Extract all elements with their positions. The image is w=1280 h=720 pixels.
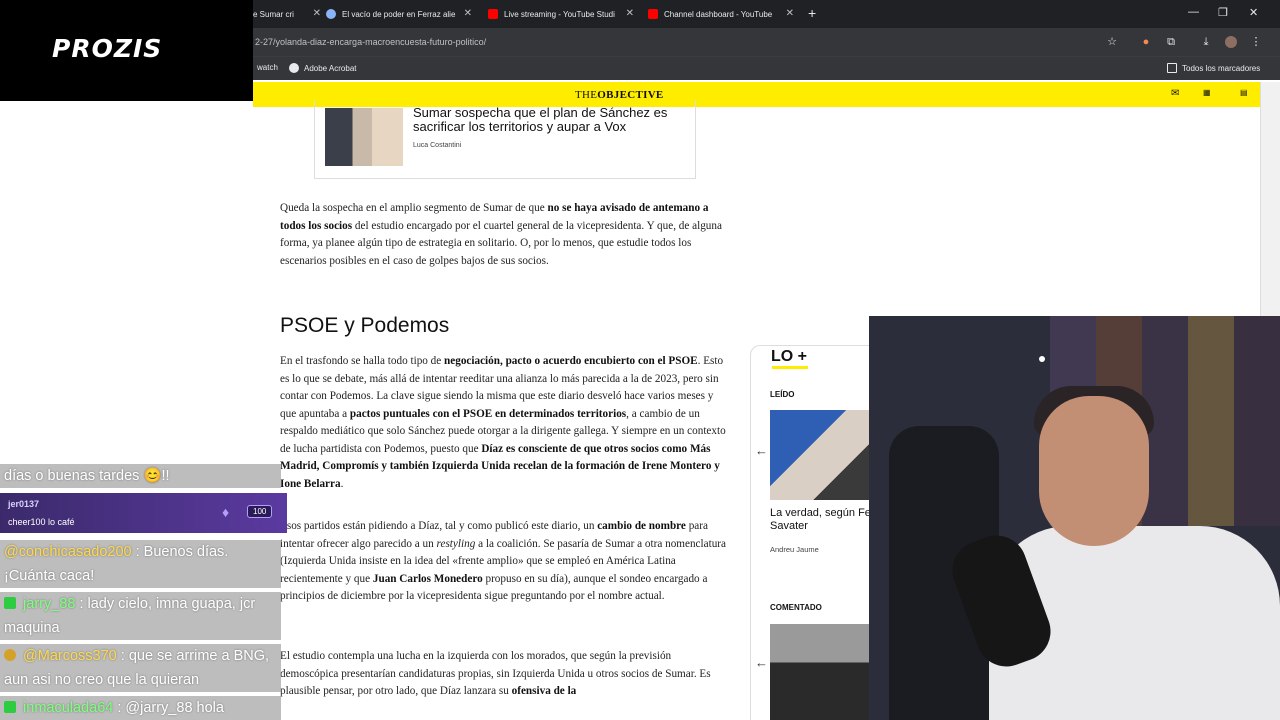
article-paragraph: Queda la sospecha en el amplio segmento …	[280, 200, 730, 270]
tab-title: Channel dashboard - YouTube	[664, 9, 773, 19]
url-field[interactable]: 2-27/yolanda-diaz-encarga-macroencuesta-…	[255, 37, 486, 47]
sub-badge-icon	[4, 649, 16, 661]
bold-text: cambio de nombre	[597, 520, 686, 532]
chat-text: : @jarry_88 hola	[117, 700, 224, 716]
chat-username: @Marcoss370	[23, 648, 117, 664]
most-commented-image[interactable]	[770, 624, 870, 720]
cheer-alert: jer0137 cheer100 lo café ♦ 100	[0, 493, 287, 533]
most-read-title-line1: La verdad, según Fe	[770, 507, 870, 519]
tobo-icon[interactable]: ▦	[1203, 88, 1211, 97]
section-heading: PSOE y Podemos	[280, 314, 450, 337]
related-article-author: Luca Costantini	[413, 142, 462, 149]
arrow-left-icon[interactable]: ←	[755, 443, 768, 458]
text-run: .	[340, 477, 344, 490]
chat-message: días o buenas tardes 😊!!	[0, 464, 281, 488]
chat-message: inmaculada64 : @jarry_88 hola	[0, 696, 281, 720]
chat-username: @conchicasado200	[4, 544, 132, 560]
maximize-button[interactable]: ❐	[1218, 6, 1228, 19]
browser-tab[interactable]: Channel dashboard - YouTube ✕	[648, 4, 794, 24]
related-article-image	[325, 108, 403, 166]
globe-icon	[326, 9, 336, 19]
italic-text: restyling	[436, 537, 476, 550]
chat-message: jarry_88 : lady cielo, imna guapa, jcr m…	[0, 592, 281, 640]
most-read-title[interactable]: La verdad, según Fe Savater	[770, 507, 870, 533]
close-icon[interactable]: ✕	[313, 8, 321, 19]
bookmark-label: Adobe Acrobat	[304, 63, 357, 73]
browser-tab[interactable]: Live streaming - YouTube Studi ✕	[488, 4, 634, 24]
text-run: Esos partidos están pidiendo a Díaz, tal…	[280, 520, 598, 532]
bookmark-item[interactable]: Adobe Acrobat	[289, 63, 356, 73]
article-paragraph: Esos partidos están pidiendo a Díaz, tal…	[280, 518, 730, 606]
most-read-title-line2: Savater	[770, 520, 808, 532]
chat-username: inmaculada64	[23, 700, 114, 716]
mail-icon[interactable]: ✉	[1171, 88, 1179, 99]
text-run: El estudio contempla una lucha en la izq…	[280, 650, 711, 697]
folder-icon	[1167, 63, 1177, 73]
webcam-feed	[869, 316, 1280, 720]
arrow-left-icon[interactable]: ←	[755, 655, 768, 670]
light-dot	[1039, 356, 1045, 362]
extension-icon[interactable]: ●	[1140, 36, 1152, 48]
bookmark-star-icon[interactable]: ☆	[1106, 36, 1118, 48]
browser-tab[interactable]: El vacío de poder en Ferraz alie ✕	[326, 4, 472, 24]
chat-message: @Marcoss370 : que se arrime a BNG, aun a…	[0, 644, 281, 692]
bookmark-item[interactable]: watch	[257, 63, 278, 72]
mod-badge-icon	[4, 701, 16, 713]
brand-overlay: PROZIS	[0, 0, 253, 101]
bold-text: negociación, pacto o acuerdo encubierto …	[444, 355, 698, 367]
bold-text: pactos puntuales con el PSOE en determin…	[349, 407, 627, 420]
close-icon[interactable]: ✕	[626, 8, 634, 19]
cheer-amount: 100	[247, 505, 273, 518]
tab-title: El vacío de poder en Ferraz alie	[342, 9, 456, 19]
cheer-text: cheer100 lo café	[8, 517, 75, 527]
chat-text: días o buenas tardes 😊!!	[4, 468, 170, 484]
related-article-card[interactable]: Sumar sospecha que el plan de Sánchez es…	[314, 100, 696, 179]
page-scrollbar[interactable]	[1260, 82, 1280, 317]
youtube-icon	[488, 9, 498, 19]
mod-badge-icon	[4, 597, 16, 609]
chat-message: @conchicasado200 : Buenos días. ¡Cuánta …	[0, 540, 281, 588]
related-article-title[interactable]: Sumar sospecha que el plan de Sánchez es…	[413, 106, 683, 134]
new-tab-button[interactable]: +	[808, 6, 816, 20]
browser-tab[interactable]: e Sumar cri ✕	[253, 4, 321, 24]
bold-text: ofensiva de la	[511, 685, 577, 697]
chat-username: jarry_88	[23, 596, 76, 612]
download-icon[interactable]: ⤓	[1200, 36, 1212, 48]
widget-section-read[interactable]: LEÍDO	[770, 390, 794, 399]
youtube-icon	[648, 9, 658, 19]
tab-title: Live streaming - YouTube Studi	[504, 9, 615, 19]
article-paragraph: El estudio contempla una lucha en la izq…	[280, 648, 730, 701]
cheer-username: jer0137	[8, 499, 40, 509]
tab-title: e Sumar cri	[253, 9, 294, 19]
all-bookmarks-label: Todos los marcadores	[1182, 63, 1261, 73]
close-icon[interactable]: ✕	[464, 8, 472, 19]
text-run: Queda la sospecha en el amplio segmento …	[280, 202, 548, 214]
bookmark-label: watch	[257, 63, 278, 72]
menu-icon[interactable]: ⋮	[1250, 36, 1262, 48]
brand-logo: PROZIS	[52, 34, 163, 63]
my-to-icon[interactable]: ▤	[1240, 88, 1248, 97]
widget-section-commented[interactable]: COMENTADO	[770, 603, 822, 612]
widget-title: LO +	[769, 348, 810, 366]
chat-overlay: días o buenas tardes 😊!! @conchicasado20…	[0, 446, 287, 720]
bold-text: Juan Carlos Monedero	[372, 572, 483, 585]
acrobat-icon	[289, 63, 299, 73]
minimize-button[interactable]: —	[1188, 6, 1199, 18]
close-icon[interactable]: ✕	[786, 8, 794, 19]
most-read-author: Andreu Jaume	[770, 545, 819, 554]
extensions-puzzle-icon[interactable]: ⧉	[1165, 36, 1177, 48]
most-read-image[interactable]	[770, 410, 870, 500]
close-window-button[interactable]: ✕	[1249, 6, 1258, 19]
streamer-head	[1039, 396, 1149, 546]
text-run: En el trasfondo se halla todo tipo de	[280, 355, 445, 367]
avatar[interactable]	[1225, 36, 1237, 48]
all-bookmarks-button[interactable]: Todos los marcadores	[1167, 63, 1260, 73]
article-paragraph: En el trasfondo se halla todo tipo de ne…	[280, 353, 730, 493]
bits-gem-icon: ♦	[222, 504, 230, 520]
